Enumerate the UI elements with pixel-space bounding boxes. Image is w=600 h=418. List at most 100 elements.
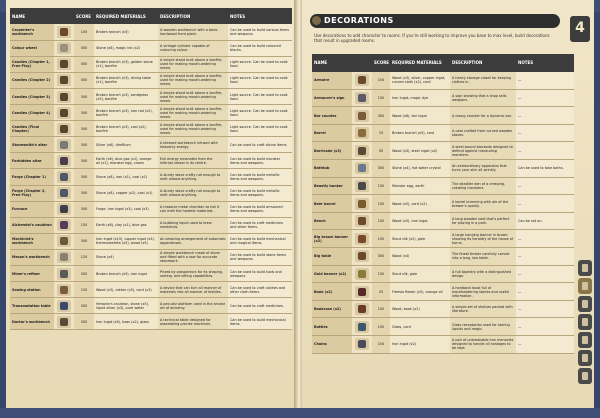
item-name: Candles (Final Chapter) (10, 120, 54, 138)
table-row: Bar counter 300 Wood (x8), bar ingot A clas… (312, 106, 574, 125)
item-notes: — (516, 335, 574, 354)
item-materials: Broken branch (x3), golden stone (x1), b… (94, 56, 158, 73)
item-description: A bubbling liquid used to brew medicines… (158, 217, 228, 234)
table-row: Bottles 150 Glass, cord Glass receptacles u… (312, 317, 574, 336)
table-row: Bookcase (x2) 150 Wood, book (x2) A simple … (312, 300, 574, 319)
item-name: Armoire (312, 71, 352, 90)
item-icon (57, 58, 71, 71)
item-icon-cell (54, 217, 74, 234)
item-materials: Broken branch (x3), coal (x2), bonfire (94, 120, 158, 138)
item-score: 300 (74, 88, 94, 106)
item-notes: — (516, 265, 574, 284)
item-score: 300 (372, 159, 390, 178)
item-icon-cell (54, 152, 74, 170)
item-icon (355, 197, 369, 210)
item-notes: — (516, 106, 574, 125)
item-materials: Wood (x8), bar ingot (390, 106, 450, 125)
item-materials: Freesia flower (x5), orange oil (390, 282, 450, 301)
item-description: The deadlier den of a creeping, crawling… (450, 177, 516, 196)
item-description: A peculiar platform used in the arcane a… (158, 297, 228, 315)
table-row: Mason's workbench 120 Stone (x4) A simple w… (10, 249, 292, 267)
left-page: NAME SCORE REQUIRED MATERIALS DESCRIPTIO… (6, 0, 296, 418)
item-name: Machinist's workbench (10, 233, 54, 250)
item-icon (355, 91, 369, 104)
section-title: DECORATIONS (324, 16, 394, 25)
item-icon-cell (54, 72, 74, 89)
item-notes: Light source. Can be used to cook food. (228, 72, 292, 89)
item-name: Stonesmith's altar (10, 136, 54, 154)
item-icon-cell (352, 141, 372, 161)
item-notes: — (516, 229, 574, 249)
col-name: NAME (10, 8, 54, 25)
table-row: Big brown banner (x2) 150 Stout silk (x2),… (312, 229, 574, 249)
item-icon-cell (54, 56, 74, 73)
item-icon-cell (352, 247, 372, 266)
item-icon-cell (54, 185, 74, 202)
item-notes: Can be used to build tools and weapons. (228, 265, 292, 283)
side-tab (578, 350, 592, 366)
item-icon (355, 338, 369, 351)
item-notes: Can be used to build coloured blocks. (228, 40, 292, 57)
item-name: Barricade (x3) (312, 141, 352, 161)
item-name: Gold banner (x2) (312, 265, 352, 284)
item-notes: Can be used to build stone items and wea… (228, 249, 292, 267)
item-icon (355, 285, 369, 298)
item-icon-cell (54, 120, 74, 138)
col-notes: NOTES (228, 8, 292, 25)
item-score: 300 (372, 247, 390, 266)
tab-icon (582, 300, 588, 308)
item-icon-cell (54, 104, 74, 122)
item-icon (57, 299, 71, 312)
item-score: 300 (74, 201, 94, 218)
item-score: 300 (74, 152, 94, 170)
item-materials: Wood (x4) (390, 247, 450, 266)
item-notes: Light source. Can be used to cook food. (228, 104, 292, 122)
tab-icon (582, 318, 588, 326)
decorations-table: NAME SCORE REQUIRED MATERIALS DESCRIPTIO… (312, 54, 574, 354)
item-score: 150 (372, 229, 390, 249)
item-icon (355, 232, 369, 245)
item-materials: Wood (x3), silver, copper ingot, curved … (390, 71, 450, 90)
item-name: Big table (312, 247, 352, 266)
item-description: A sign showing that a shop sells weapons… (450, 89, 516, 108)
item-icon-cell (352, 89, 372, 108)
item-icon-cell (352, 300, 372, 319)
item-icon-cell (54, 201, 74, 218)
col-materials: REQUIRED MATERIALS (94, 8, 158, 25)
item-description: A heavy storage closet for keeping cloth… (450, 71, 516, 90)
item-description: A hardback book full of mouthwatering st… (450, 282, 516, 301)
item-score: 300 (74, 233, 94, 250)
table-row: Candles (Chapter 3) 300 Broken branch (x3)… (10, 88, 292, 106)
item-icon (57, 74, 71, 87)
item-icon (57, 283, 71, 296)
item-icon-cell (54, 24, 74, 41)
section-header: DECORATIONS (310, 14, 560, 28)
item-score: 120 (74, 249, 94, 267)
item-name: Armourer's sign (312, 89, 352, 108)
item-icon-cell (352, 71, 372, 90)
item-description: An amazing arrangement of automatic appa… (158, 233, 228, 250)
item-materials: Herowin's cauldron, stone (x5), liquid s… (94, 297, 158, 315)
table-row: Gold banner (x2) 150 Stout silk, gale A ful… (312, 265, 574, 284)
item-materials: Iron ingot (x2) (390, 335, 450, 354)
item-materials: Wood (x5), cord (x2) (390, 194, 450, 213)
table-row: Stonesmith's altar 300 Silver (x6), dimRiu… (10, 136, 292, 154)
table-row: Forge (Chapter 1) 300 Stone (x8), iron (x1… (10, 168, 292, 186)
table-row: Forge (Chapter 2, Free Play) 300 Stone (x8… (10, 185, 292, 202)
item-description: The finest timber carefully carved into … (450, 247, 516, 266)
item-icon (57, 170, 71, 183)
item-notes: — (516, 300, 574, 319)
item-description: A blessed workbench infused with heavenl… (158, 136, 228, 154)
item-name: Bottles (312, 317, 352, 336)
item-description: A simple stand built above a bonfire, us… (158, 88, 228, 106)
col-notes: NOTES (516, 54, 574, 72)
item-icon (57, 106, 71, 119)
item-notes: — (516, 247, 574, 266)
item-score: 300 (74, 104, 94, 122)
item-notes: Can be used to build metallic items and … (228, 168, 292, 186)
item-notes: Can be used to craft medicines and other… (228, 217, 292, 234)
table-row: Candles (Chapter 4) 300 Broken branch (x3)… (10, 104, 292, 122)
side-tab (578, 368, 592, 384)
item-materials: Stone (x8), iron (x1), coal (x1) (94, 168, 158, 186)
item-description: A full tapestry with a distinguished des… (450, 265, 516, 284)
